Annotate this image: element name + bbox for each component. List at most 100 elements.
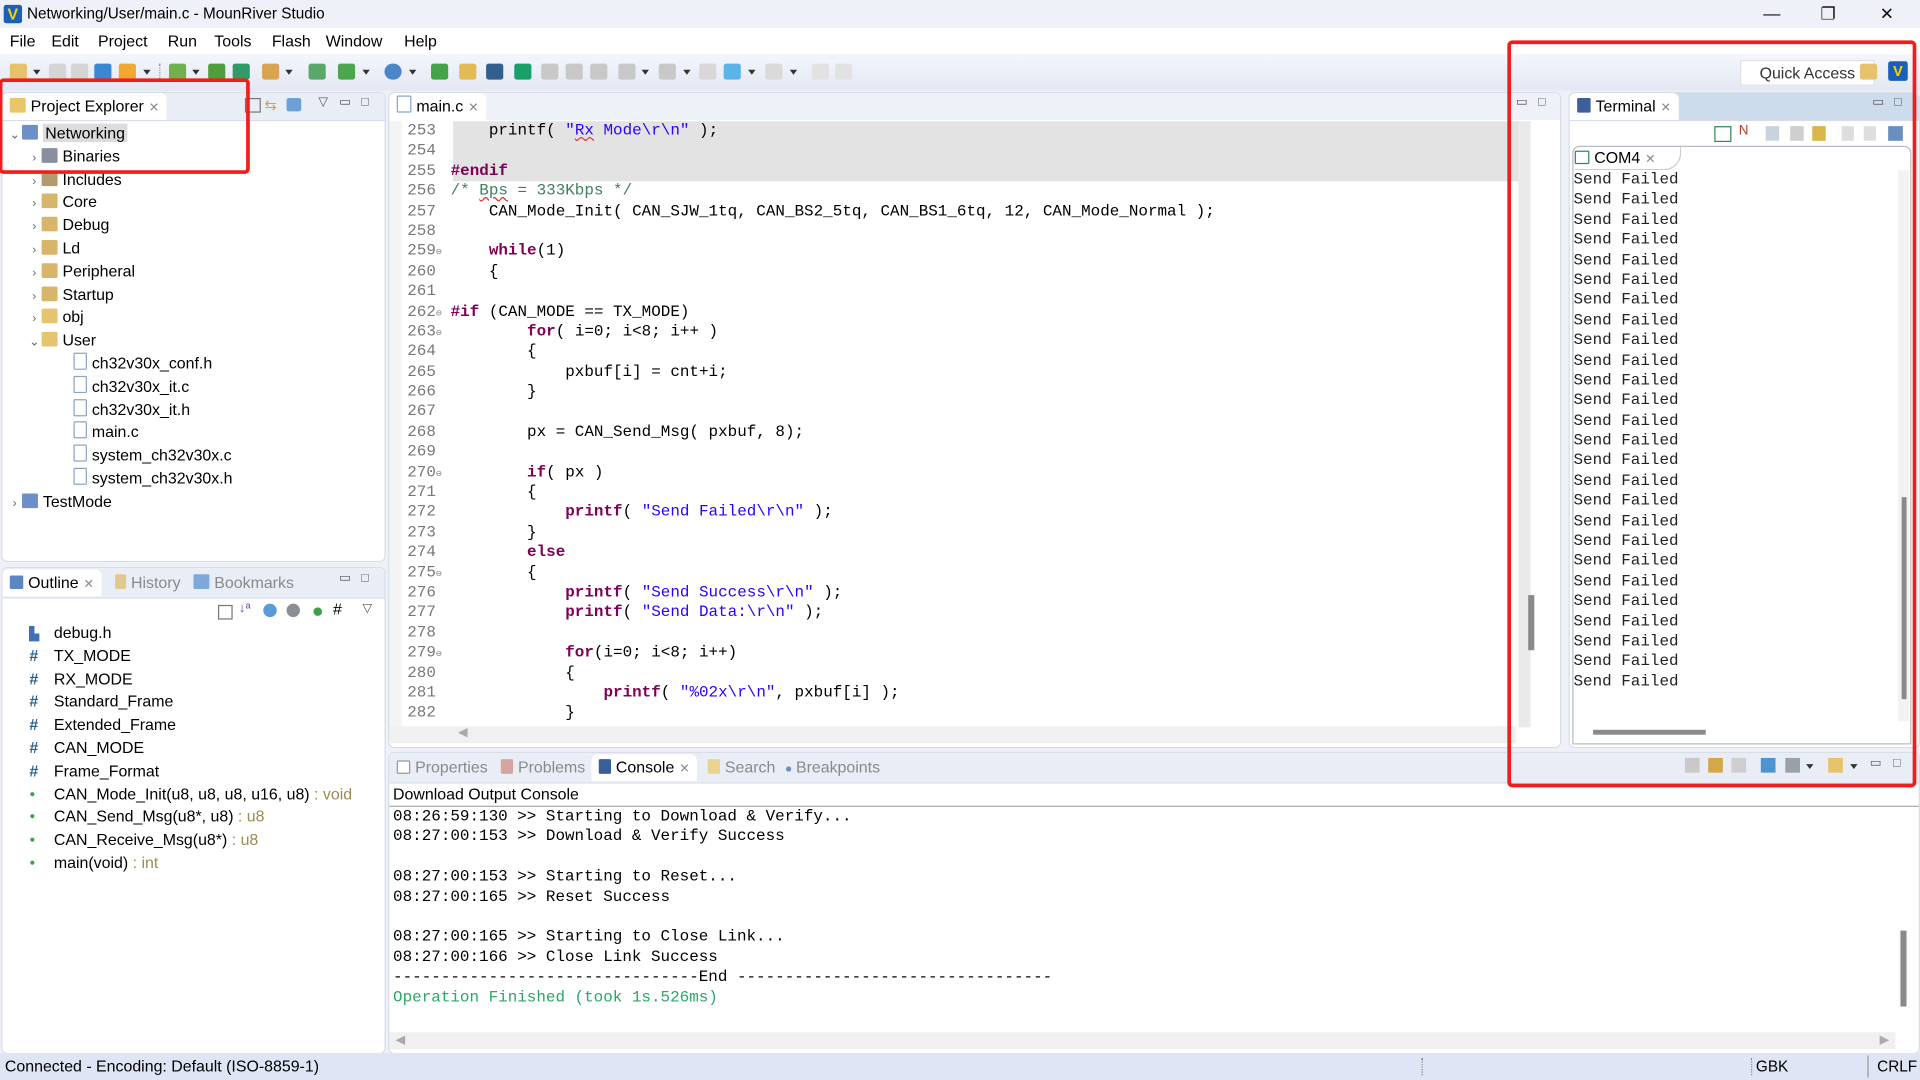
back-dropdown-icon[interactable] xyxy=(748,69,756,75)
encoding-indicator[interactable]: GBK xyxy=(1756,1058,1788,1075)
display-console-dropdown-icon[interactable] xyxy=(1806,764,1814,769)
disconnect-icon[interactable]: N xyxy=(1739,124,1749,139)
outline-item[interactable]: ▙ debug.h xyxy=(29,622,378,645)
view-menu-icon[interactable]: ▽ xyxy=(362,602,371,615)
tab-console[interactable]: Console ✕ xyxy=(591,754,697,782)
code-line[interactable]: 267 xyxy=(402,402,1529,422)
close-tab-icon[interactable]: ✕ xyxy=(1645,153,1655,166)
tree-item[interactable]: › Includes xyxy=(7,168,380,191)
menu-file[interactable]: File xyxy=(10,32,36,50)
hide-static-icon[interactable] xyxy=(286,603,301,618)
menu-help[interactable]: Help xyxy=(404,32,437,50)
download-dropdown-icon[interactable] xyxy=(285,69,293,75)
tab-outline[interactable]: Outline ✕ xyxy=(2,569,102,597)
code-line[interactable]: 254 xyxy=(402,141,1529,161)
code-line[interactable]: 278 xyxy=(402,623,1529,643)
tree-item[interactable]: system_ch32v30x.h xyxy=(7,467,380,491)
save-all-icon[interactable] xyxy=(71,63,89,80)
code-line[interactable]: 257 CAN_Mode_Init( CAN_SJW_1tq, CAN_BS2_… xyxy=(402,202,1529,222)
outline-item[interactable]: # RX_MODE xyxy=(29,668,378,691)
sort-icon[interactable]: ↓ᵃ xyxy=(239,601,251,616)
code-line[interactable]: 279⊖ for(i=0; i<8; i++) xyxy=(402,643,1529,663)
minimize-view-icon[interactable]: ▭ xyxy=(339,572,351,585)
code-line[interactable]: 253 printf( "Rx Mode\r\n" ); xyxy=(402,121,1529,141)
editor-horizontal-scrollbar[interactable] xyxy=(389,726,1516,744)
build-icon[interactable] xyxy=(168,63,187,80)
next-annotation-icon[interactable] xyxy=(618,63,636,80)
link-with-editor-icon[interactable]: ⇆ xyxy=(264,97,276,114)
outline-item[interactable]: ● CAN_Send_Msg(u8*, u8) : u8 xyxy=(29,806,378,829)
code-line[interactable]: 255 #endif xyxy=(402,161,1529,181)
save-icon[interactable] xyxy=(48,63,67,80)
select-all-icon[interactable] xyxy=(1765,126,1780,141)
pin-right-icon[interactable] xyxy=(835,63,853,80)
tree-item[interactable]: ch32v30x_it.h xyxy=(7,398,380,422)
tree-item[interactable]: › Ld xyxy=(7,238,380,261)
code-line[interactable]: 261 xyxy=(402,282,1529,302)
tree-item[interactable]: › Binaries xyxy=(7,145,380,168)
maximize-view-icon[interactable]: □ xyxy=(1893,757,1900,770)
menu-run[interactable]: Run xyxy=(168,32,197,50)
menu-tools[interactable]: Tools xyxy=(214,32,251,50)
code-line[interactable]: 272 printf( "Send Failed\r\n" ); xyxy=(402,503,1529,523)
code-line[interactable]: 256 /* Bps = 333Kbps */ xyxy=(402,181,1529,201)
prev-annotation-icon[interactable] xyxy=(658,63,676,80)
maximize-view-icon[interactable]: □ xyxy=(361,96,368,109)
tab-com4[interactable]: COM4 ✕ xyxy=(1574,146,1682,171)
open-header-icon[interactable] xyxy=(431,63,449,80)
clear-console-icon[interactable] xyxy=(1684,757,1700,773)
code-line[interactable]: 264 { xyxy=(402,342,1529,362)
close-tab-icon[interactable]: ✕ xyxy=(149,102,159,115)
copy-icon[interactable] xyxy=(1841,126,1854,141)
last-edit-icon[interactable] xyxy=(699,63,717,80)
line-endings-indicator[interactable]: CRLF xyxy=(1877,1058,1917,1075)
chevron-right-icon[interactable]: › xyxy=(27,194,42,217)
open-perspective-icon[interactable] xyxy=(1860,63,1878,80)
tree-item[interactable]: › Startup xyxy=(7,284,380,307)
close-tab-icon[interactable]: ✕ xyxy=(84,578,94,591)
tab-breakpoints[interactable]: ● Breakpoints xyxy=(778,754,888,781)
tree-item[interactable]: › obj xyxy=(7,307,380,330)
tree-item[interactable]: › Debug xyxy=(7,215,380,238)
close-tab-icon[interactable]: ✕ xyxy=(468,102,478,115)
forward-dropdown-icon[interactable] xyxy=(789,69,798,75)
hide-nonpublic-icon[interactable] xyxy=(313,607,323,616)
code-line[interactable]: 273 } xyxy=(402,523,1529,543)
build-config-icon[interactable] xyxy=(118,63,136,80)
code-line[interactable]: 277 printf( "Send Data:\r\n" ); xyxy=(402,603,1529,623)
scroll-lock-icon[interactable] xyxy=(1812,126,1826,141)
restore-button[interactable]: ❐ xyxy=(1800,0,1856,28)
chevron-right-icon[interactable]: › xyxy=(7,493,22,516)
tab-properties[interactable]: Properties xyxy=(389,754,495,781)
tab-terminal[interactable]: Terminal ✕ xyxy=(1569,93,1679,121)
tree-item[interactable]: › TestMode xyxy=(7,491,380,514)
code-line[interactable]: 266 } xyxy=(402,382,1529,402)
editor-vertical-scrollbar[interactable] xyxy=(1528,595,1535,651)
search-dropdown-icon[interactable] xyxy=(408,69,417,75)
collapse-all-icon[interactable] xyxy=(244,97,261,113)
close-tab-icon[interactable]: ✕ xyxy=(679,763,689,776)
back-arrow-icon[interactable] xyxy=(723,63,741,80)
chevron-right-icon[interactable]: › xyxy=(27,148,42,171)
chevron-right-icon[interactable]: › xyxy=(27,217,42,240)
minimize-view-icon[interactable]: ▭ xyxy=(1870,757,1882,770)
shift-left-icon[interactable] xyxy=(541,63,559,80)
tree-item[interactable]: ⌄ Networking xyxy=(7,122,380,145)
menu-project[interactable]: Project xyxy=(98,32,148,50)
tree-item[interactable]: ch32v30x_it.c xyxy=(7,375,380,399)
tree-item[interactable]: › Core xyxy=(7,191,380,214)
outline-item[interactable]: # Frame_Format xyxy=(29,760,378,783)
close-button[interactable]: ✕ xyxy=(1859,0,1915,28)
tree-item[interactable]: ⌄ User xyxy=(7,330,380,353)
new-dropdown-icon[interactable] xyxy=(33,69,41,75)
next-annotation-dropdown-icon[interactable] xyxy=(641,69,649,75)
terminal-vertical-scrollbar[interactable] xyxy=(1901,497,1907,700)
open-console-icon[interactable] xyxy=(486,63,504,80)
chevron-right-icon[interactable]: › xyxy=(27,240,42,263)
menu-window[interactable]: Window xyxy=(326,32,383,50)
tree-item[interactable]: main.c xyxy=(7,421,380,445)
rebuild-icon[interactable] xyxy=(208,63,226,80)
code-line[interactable]: 276 printf( "Send Success\r\n" ); xyxy=(402,583,1529,603)
quick-access-input[interactable]: Quick Access xyxy=(1740,60,1875,86)
open-console-icon[interactable] xyxy=(1828,757,1843,773)
